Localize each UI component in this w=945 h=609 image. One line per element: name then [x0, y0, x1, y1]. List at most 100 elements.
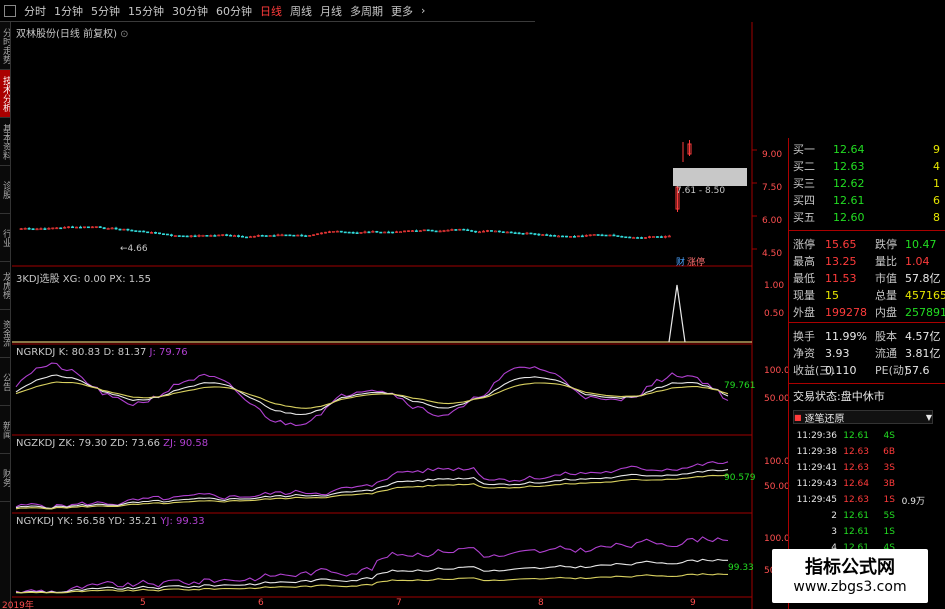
left-nav-item[interactable]: 资金流	[0, 310, 10, 358]
candle-body	[572, 236, 576, 238]
timeframe-tab[interactable]: 多周期	[350, 3, 383, 19]
left-nav-item[interactable]: 财务	[0, 454, 10, 502]
timeframe-tab[interactable]: 更多	[391, 3, 413, 19]
toolbar-toggle-icon[interactable]	[4, 4, 16, 17]
candle-body	[616, 235, 620, 237]
candle-body	[201, 235, 205, 237]
timeframe-tab[interactable]: 日线	[260, 3, 282, 19]
quote-panel: 买一 12.64 9 买二 12.63 4 买三 12.62 1 买四 12.61 6 买五 12.60 8…	[788, 138, 945, 609]
candle-body	[237, 235, 241, 237]
candle-body	[379, 231, 383, 234]
candle-body	[339, 230, 343, 233]
timeframe-tab[interactable]: 月线	[320, 3, 342, 19]
left-nav: 分时走势 技术分析 基本资料 诊股 行业 龙虎榜 资金流 公告 新闻 财务	[0, 22, 11, 609]
tick-volume: 1S	[883, 495, 895, 505]
stat-row: 收益(三) 0.110 PE(动) 57.6	[793, 363, 930, 378]
timeframe-tab[interactable]: 周线	[290, 3, 312, 19]
chevron-down-icon[interactable]: ▼	[926, 413, 932, 422]
candle-body	[399, 231, 403, 233]
candle-body	[604, 234, 608, 237]
tick-row: 11:29:36 12.61 4S	[793, 429, 925, 443]
left-nav-item[interactable]: 分时走势	[0, 22, 10, 70]
tick-time: 11:29:45	[796, 495, 837, 505]
date-axis-label: 5	[140, 598, 146, 608]
candle-body	[489, 230, 493, 232]
tick-price: 12.63	[843, 495, 869, 505]
candle-body	[300, 234, 304, 237]
candle-body	[474, 230, 478, 233]
tick-row: 3 12.61 1S	[793, 525, 925, 539]
stat-value: 11.99%	[825, 329, 867, 343]
yd-line	[15, 573, 729, 594]
candle-body	[142, 230, 146, 233]
stat-value: 57.6	[905, 363, 930, 377]
left-nav-item[interactable]: 公告	[0, 358, 10, 406]
order-book-row[interactable]: 买二 12.63 4	[793, 159, 940, 174]
order-book-tick: 6	[933, 193, 940, 207]
candle-body	[367, 231, 371, 234]
candle-body	[205, 235, 209, 237]
candle-body	[549, 234, 553, 237]
candle-body	[102, 227, 106, 230]
tick-volume: 3S	[883, 463, 895, 473]
timeframe-tab[interactable]: 15分钟	[128, 3, 164, 19]
stat-label: 外盘	[793, 306, 815, 319]
tick-row: 2 12.61 5S	[793, 509, 925, 523]
panel3-last-value: 79.761	[724, 381, 756, 391]
timeframe-tab[interactable]: 60分钟	[216, 3, 252, 19]
stat-label: 股本	[875, 330, 897, 343]
left-nav-item[interactable]: 基本资料	[0, 118, 10, 166]
candle-body	[27, 227, 31, 230]
candle-body	[553, 235, 557, 237]
order-book-label: 买一	[793, 143, 815, 156]
candle-body	[493, 230, 497, 233]
candle-body	[545, 234, 549, 236]
stat-value: 1.04	[905, 254, 930, 268]
candle-body	[521, 232, 525, 235]
panel5-axis-label: 100.0	[764, 534, 790, 544]
price-axis-label: 9.00	[762, 150, 783, 160]
timeframe-tab[interactable]: 30分钟	[172, 3, 208, 19]
order-book-label: 买三	[793, 177, 815, 190]
candle-body	[565, 235, 569, 238]
left-nav-item[interactable]: 行业	[0, 214, 10, 262]
badge-finance[interactable]: 财	[676, 255, 685, 268]
timeframe-tab[interactable]: 分时	[24, 3, 46, 19]
order-book-tick: 9	[933, 142, 940, 156]
order-book-row[interactable]: 买五 12.60 8	[793, 210, 940, 225]
order-book-row[interactable]: 买四 12.61 6	[793, 193, 940, 208]
candle-body	[655, 236, 659, 238]
tick-row: 11:29:38 12.63 6B	[793, 445, 925, 459]
left-nav-item[interactable]: 诊股	[0, 166, 10, 214]
date-axis-label: 2019年	[2, 601, 34, 609]
left-nav-item[interactable]: 龙虎榜	[0, 262, 10, 310]
candle-body	[517, 232, 521, 235]
order-book-row[interactable]: 买一 12.64 9	[793, 142, 940, 157]
detail-header[interactable]: ■ 逐笔还原 ▼	[793, 410, 933, 425]
trade-status: 交易状态:盘中休市	[793, 390, 885, 403]
left-nav-item[interactable]: 新闻	[0, 406, 10, 454]
timeframe-tab[interactable]: 1分钟	[54, 3, 83, 19]
stat-value: 3.81亿	[905, 347, 941, 360]
timeframe-tab[interactable]: 5分钟	[91, 3, 120, 19]
candle-body	[260, 235, 264, 237]
order-book-row[interactable]: 买三 12.62 1	[793, 176, 940, 191]
low-price-label: ←4.66	[120, 244, 148, 254]
candle-body	[636, 237, 640, 239]
badge-limit-up[interactable]: 涨停	[687, 255, 705, 268]
stat-label: 总量	[875, 289, 897, 302]
candle-body	[229, 234, 233, 237]
candle-body	[43, 228, 47, 230]
divider	[789, 383, 945, 384]
candle-body	[533, 233, 537, 235]
stat-value: 4.57亿	[905, 330, 941, 343]
chevron-right-icon[interactable]: ›	[421, 4, 425, 17]
candle-body	[462, 228, 466, 231]
candle-body	[651, 236, 655, 238]
candle-body	[426, 229, 430, 232]
left-nav-item[interactable]: 技术分析	[0, 70, 10, 118]
candle-body	[134, 230, 138, 232]
stat-label: 最高	[793, 255, 815, 268]
tick-time: 11:29:41	[796, 463, 837, 473]
tick-time: 11:29:38	[796, 447, 837, 457]
